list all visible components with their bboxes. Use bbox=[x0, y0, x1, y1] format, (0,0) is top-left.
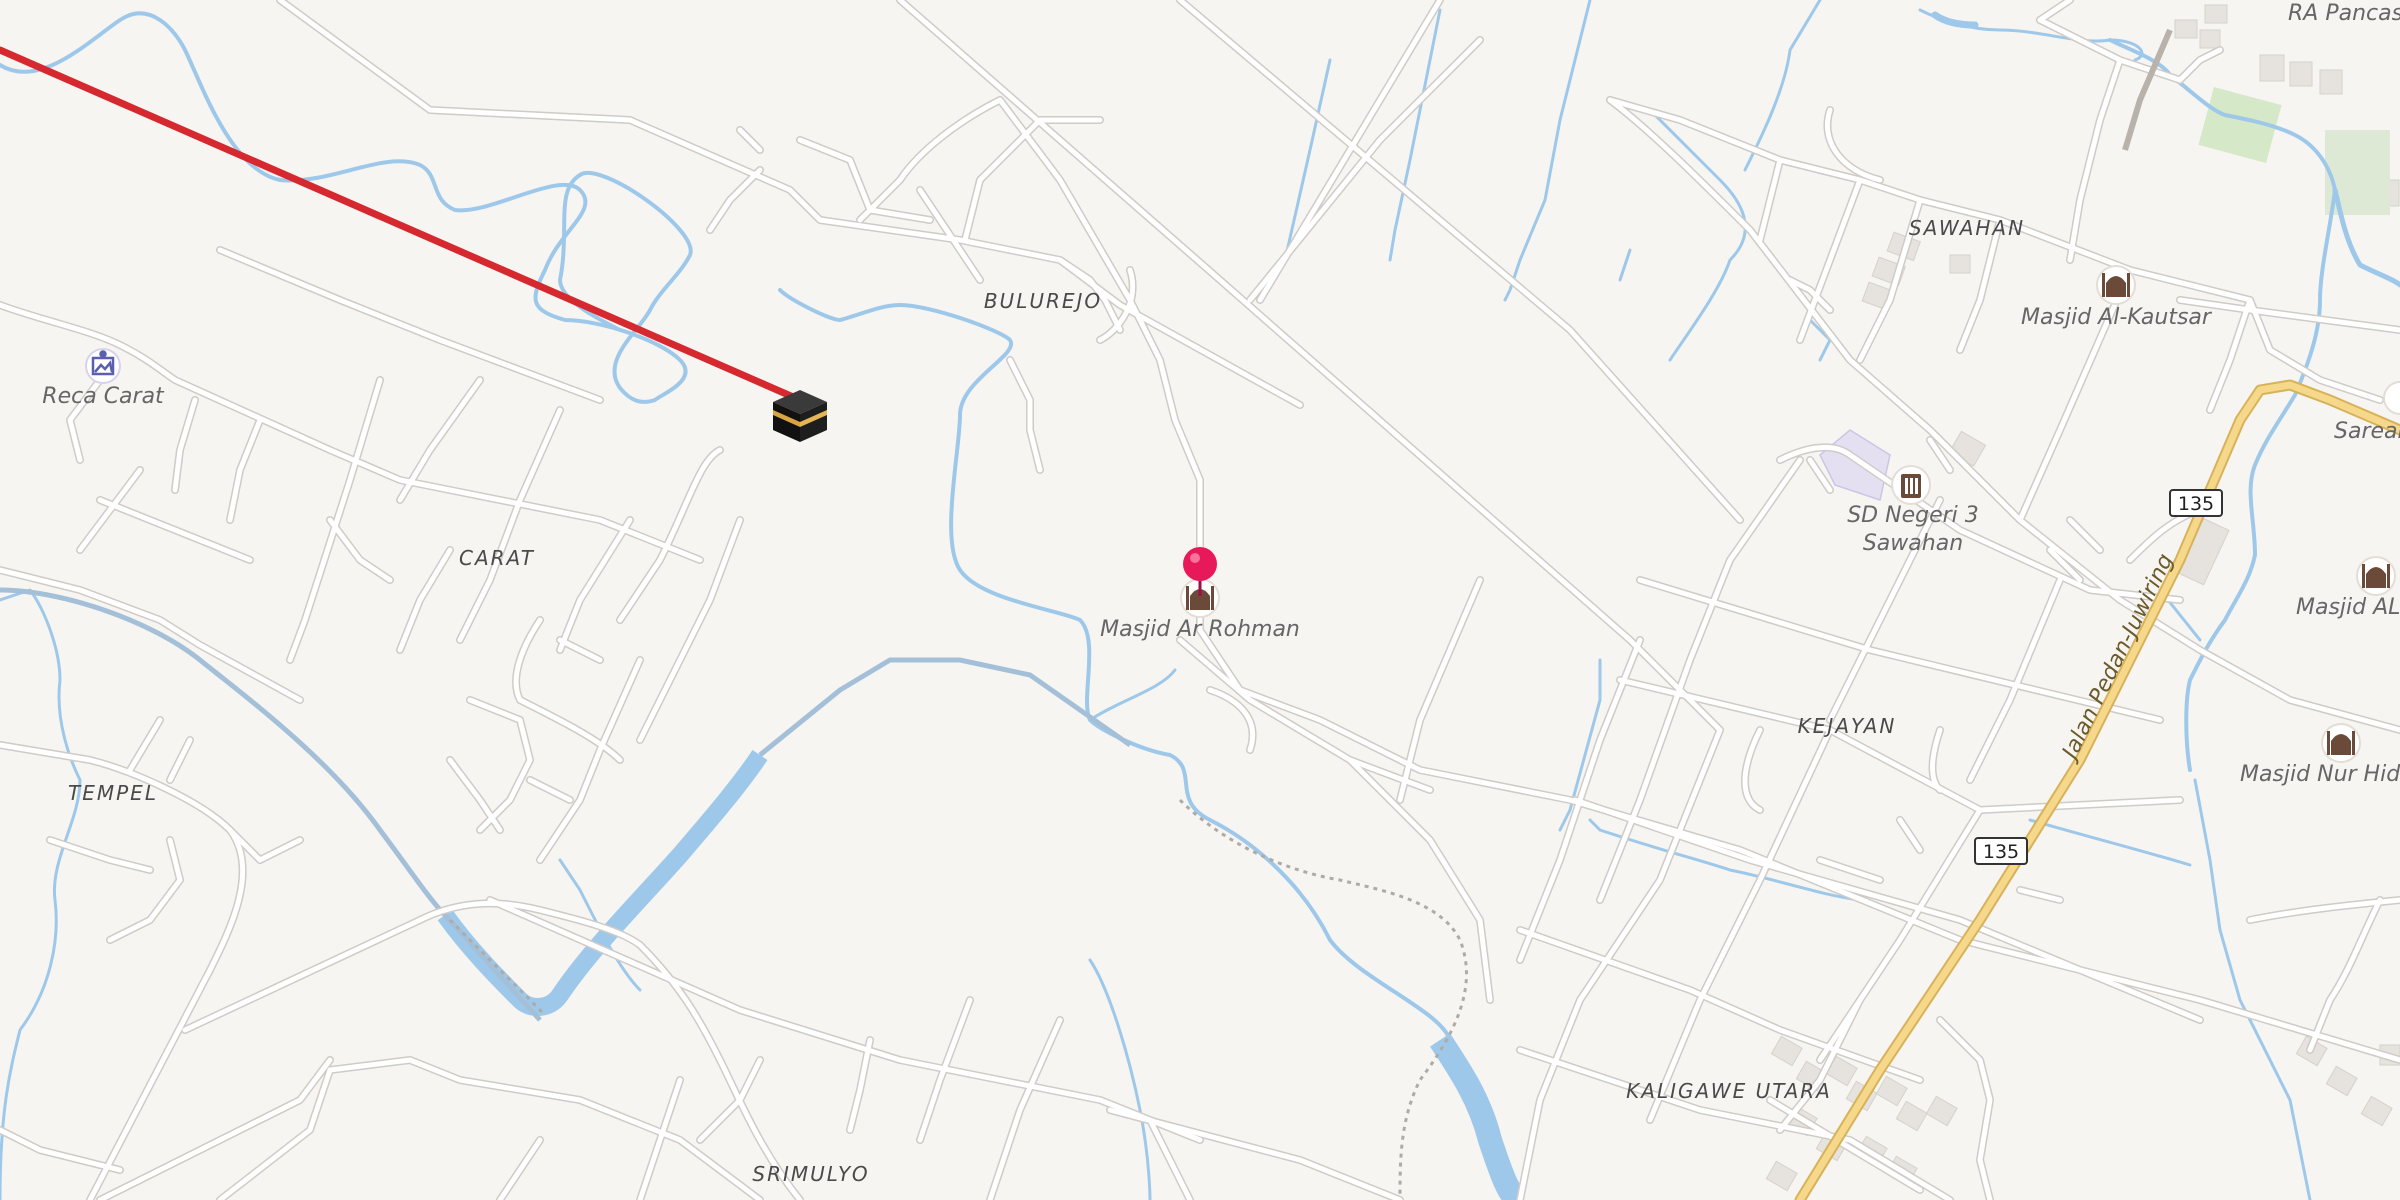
road-shield-135-south-label: 135 bbox=[1983, 841, 2019, 863]
poi-label-ra-pancasi[interactable]: RA Pancasi bbox=[2288, 1, 2400, 26]
road-shield-135-north: 135 bbox=[2169, 489, 2223, 517]
place-label-srimulyo: SRIMULYO bbox=[752, 1162, 869, 1186]
place-label-carat: CARAT bbox=[459, 546, 535, 570]
place-label-kejayan: KEJAYAN bbox=[1798, 714, 1897, 738]
poi-label-sd-negeri-3-line2: Sawahan bbox=[1863, 531, 1963, 556]
place-label-sawahan: SAWAHAN bbox=[1909, 216, 2025, 240]
place-label-tempel: TEMPEL bbox=[68, 781, 158, 805]
poi-label-masjid-al: Masjid AL bbox=[2296, 595, 2400, 620]
school-icon bbox=[1901, 474, 1921, 498]
road-shield-135-south: 135 bbox=[1974, 837, 2028, 865]
poi-label-reca-carat: Reca Carat bbox=[42, 384, 165, 409]
poi-label-masjid-ar-rohman: Masjid Ar Rohman bbox=[1100, 617, 1300, 642]
place-label-bulurejo: BULUREJO bbox=[984, 289, 1102, 313]
place-label-kaligawe-utara: KALIGAWE UTARA bbox=[1626, 1079, 1832, 1103]
poi-label-masjid-nur-hida: Masjid Nur Hida bbox=[2240, 762, 2400, 787]
poi-label-sd-negeri-3-line1: SD Negeri 3 bbox=[1847, 503, 1979, 528]
poi-label-sarean: Sarean bbox=[2334, 419, 2400, 444]
map-canvas[interactable]: BULUREJO CARAT TEMPEL SRIMULYO SAWAHAN K… bbox=[0, 0, 2400, 1200]
road-shield-135-north-label: 135 bbox=[2178, 493, 2214, 515]
poi-label-masjid-al-kautsar: Masjid Al-Kautsar bbox=[2021, 305, 2213, 330]
